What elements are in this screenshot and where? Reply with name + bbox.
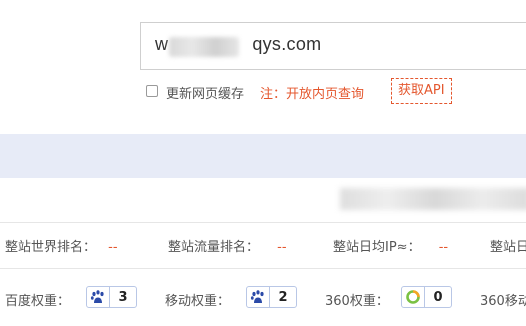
- result-header-band: [0, 134, 526, 178]
- domain-search-input[interactable]: w qys.com: [140, 22, 526, 70]
- redacted-text: [169, 37, 239, 57]
- 360-mobile-weight-label: 360移动: [480, 294, 526, 309]
- baidu-weight-badge[interactable]: 3: [86, 286, 137, 308]
- 360-weight-value: 0: [424, 287, 451, 307]
- daily-ip-label: 整站日均IP≈：: [333, 240, 421, 255]
- mobile-weight-label: 移动权重：: [165, 294, 231, 309]
- world-rank-label: 整站世界排名：: [5, 240, 97, 255]
- 360-weight-label: 360权重：: [325, 294, 389, 309]
- mobile-weight-badge[interactable]: 2: [246, 286, 297, 308]
- traffic-rank-stat: 整站流量排名： --: [168, 236, 287, 255]
- daily-ip-value: --: [438, 240, 449, 255]
- 360-ring-icon: [402, 287, 424, 307]
- divider: [0, 268, 526, 269]
- redacted-info: [340, 188, 526, 210]
- weight-stats-row: 百度权重： 3 移动权重： 2 360权重： 0 360移动: [0, 276, 526, 322]
- mobile-weight-value: 2: [269, 287, 296, 307]
- traffic-rank-label: 整站流量排名：: [168, 240, 260, 255]
- cache-label[interactable]: 更新网页缓存: [166, 83, 244, 102]
- world-rank-stat: 整站世界排名： --: [5, 236, 118, 255]
- 360-weight-badge[interactable]: 0: [401, 286, 452, 308]
- baidu-paw-icon: [87, 287, 109, 307]
- world-rank-value: --: [108, 240, 118, 255]
- daily-pv-stat-label: 整站日: [490, 240, 526, 255]
- baidu-weight-value: 3: [109, 287, 136, 307]
- traffic-rank-value: --: [277, 240, 287, 255]
- daily-ip-stat: 整站日均IP≈： --: [333, 236, 448, 255]
- cache-checkbox[interactable]: [146, 85, 158, 97]
- baidu-weight-label: 百度权重：: [5, 294, 71, 309]
- traffic-stats-row: 整站世界排名： -- 整站流量排名： -- 整站日均IP≈： -- 整站日: [0, 222, 526, 268]
- inner-page-note: 注：开放内页查询: [260, 87, 365, 102]
- get-api-button[interactable]: 获取API: [391, 78, 452, 104]
- baidu-paw-icon: [247, 287, 269, 307]
